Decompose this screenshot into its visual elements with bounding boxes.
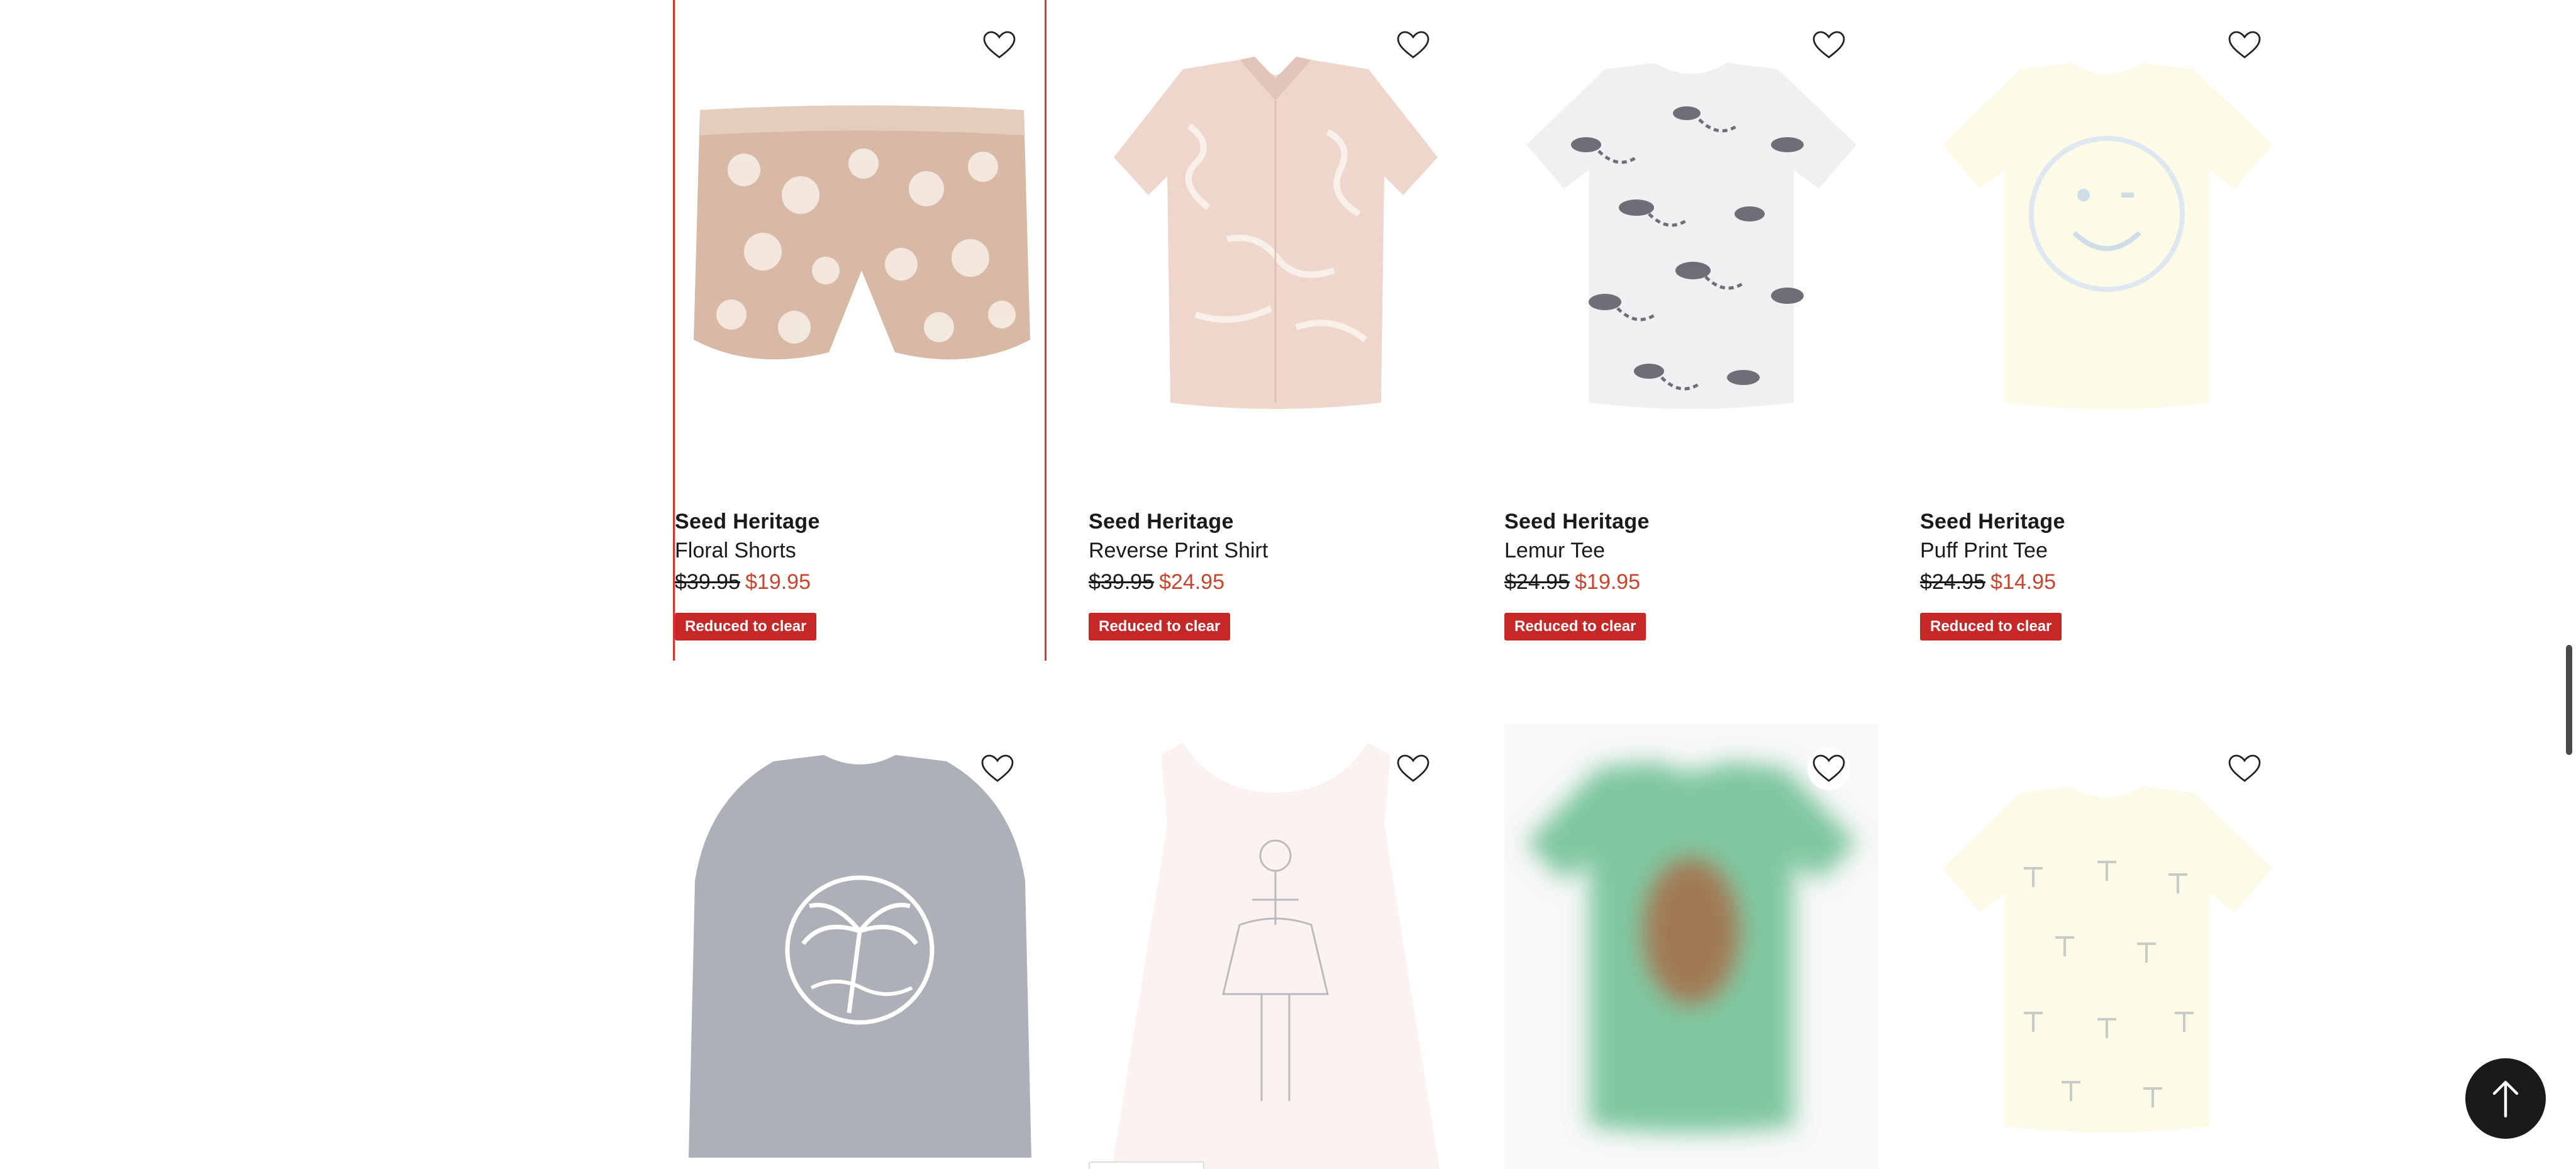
favourite-button[interactable] bbox=[978, 24, 1021, 67]
image-tag bbox=[1089, 1161, 1204, 1169]
sale-price: $24.95 bbox=[1159, 570, 1224, 594]
product-image[interactable] bbox=[673, 724, 1046, 1169]
original-price: $24.95 bbox=[1504, 570, 1570, 594]
product-card[interactable]: Seed Heritage Reverse Print Shirt $39.95… bbox=[1089, 0, 1462, 661]
product-name[interactable]: Reverse Print Shirt bbox=[1089, 536, 1462, 565]
heart-outline-icon bbox=[2228, 31, 2261, 59]
product-image[interactable] bbox=[1089, 0, 1462, 453]
sale-price: $14.95 bbox=[1990, 570, 2056, 594]
favourite-button[interactable] bbox=[1807, 747, 1850, 790]
product-card[interactable]: Seed Heritage Lemur Tee $24.95 $19.95 Red… bbox=[1504, 0, 1878, 661]
heart-outline-icon bbox=[1813, 754, 1845, 782]
product-name[interactable]: Puff Print Tee bbox=[1920, 536, 2294, 565]
product-card[interactable]: Seed Heritage Floral Shorts $39.95 $19.95… bbox=[673, 0, 1046, 661]
page-scrollbar[interactable] bbox=[2566, 645, 2572, 755]
product-image[interactable] bbox=[1920, 0, 2294, 453]
favourite-button[interactable] bbox=[2223, 747, 2266, 790]
product-brand: Seed Heritage bbox=[1089, 510, 1234, 534]
product-price: $24.95 $14.95 bbox=[1920, 565, 2294, 599]
heart-outline-icon bbox=[983, 31, 1016, 59]
original-price: $39.95 bbox=[675, 570, 740, 594]
reduced-badge: Reduced to clear bbox=[1504, 613, 1646, 640]
original-price: $39.95 bbox=[1089, 570, 1154, 594]
original-price: $24.95 bbox=[1920, 570, 1985, 594]
product-info: Seed Heritage Floral Shorts $39.95 $19.95… bbox=[675, 507, 1048, 640]
product-card[interactable] bbox=[1504, 724, 1878, 1169]
product-image[interactable] bbox=[1089, 724, 1462, 1169]
product-info: Seed Heritage Lemur Tee $24.95 $19.95 Red… bbox=[1504, 507, 1878, 640]
product-brand: Seed Heritage bbox=[1920, 510, 2065, 534]
product-card[interactable]: Seed Heritage Puff Print Tee $24.95 $14.9… bbox=[1920, 0, 2294, 661]
product-image[interactable] bbox=[1504, 724, 1878, 1169]
product-card[interactable] bbox=[673, 724, 1046, 1169]
favourite-button[interactable] bbox=[1392, 747, 1435, 790]
product-name[interactable]: Lemur Tee bbox=[1504, 536, 1878, 565]
heart-outline-icon bbox=[1813, 31, 1845, 59]
arrow-up-icon bbox=[2492, 1080, 2519, 1118]
favourite-button[interactable] bbox=[976, 747, 1019, 790]
product-image[interactable] bbox=[675, 0, 1048, 453]
product-price: $24.95 $19.95 bbox=[1504, 565, 1878, 599]
product-card[interactable] bbox=[1920, 724, 2294, 1169]
product-info: Seed Heritage Reverse Print Shirt $39.95… bbox=[1089, 507, 1462, 640]
reduced-badge: Reduced to clear bbox=[675, 613, 817, 640]
favourite-button[interactable] bbox=[2223, 24, 2266, 67]
product-info: Seed Heritage Puff Print Tee $24.95 $14.9… bbox=[1920, 507, 2294, 640]
favourite-button[interactable] bbox=[1807, 24, 1850, 67]
product-name[interactable]: Floral Shorts bbox=[675, 536, 1048, 565]
reduced-badge: Reduced to clear bbox=[1089, 613, 1231, 640]
favourite-button[interactable] bbox=[1392, 24, 1435, 67]
heart-outline-icon bbox=[1397, 754, 1430, 782]
heart-outline-icon bbox=[981, 754, 1014, 782]
product-price: $39.95 $19.95 bbox=[675, 565, 1048, 599]
product-image[interactable] bbox=[1920, 724, 2294, 1169]
sale-price: $19.95 bbox=[745, 570, 811, 594]
sale-price: $19.95 bbox=[1575, 570, 1640, 594]
reduced-badge: Reduced to clear bbox=[1920, 613, 2062, 640]
product-brand: Seed Heritage bbox=[675, 510, 820, 534]
product-listing-page: Seed Heritage Floral Shorts $39.95 $19.95… bbox=[0, 0, 2576, 1169]
product-brand: Seed Heritage bbox=[1504, 510, 1650, 534]
heart-outline-icon bbox=[2228, 754, 2261, 782]
product-image[interactable] bbox=[1504, 0, 1878, 453]
scroll-to-top-button[interactable] bbox=[2465, 1058, 2546, 1139]
heart-outline-icon bbox=[1397, 31, 1430, 59]
product-price: $39.95 $24.95 bbox=[1089, 565, 1462, 599]
product-card[interactable] bbox=[1089, 724, 1462, 1169]
